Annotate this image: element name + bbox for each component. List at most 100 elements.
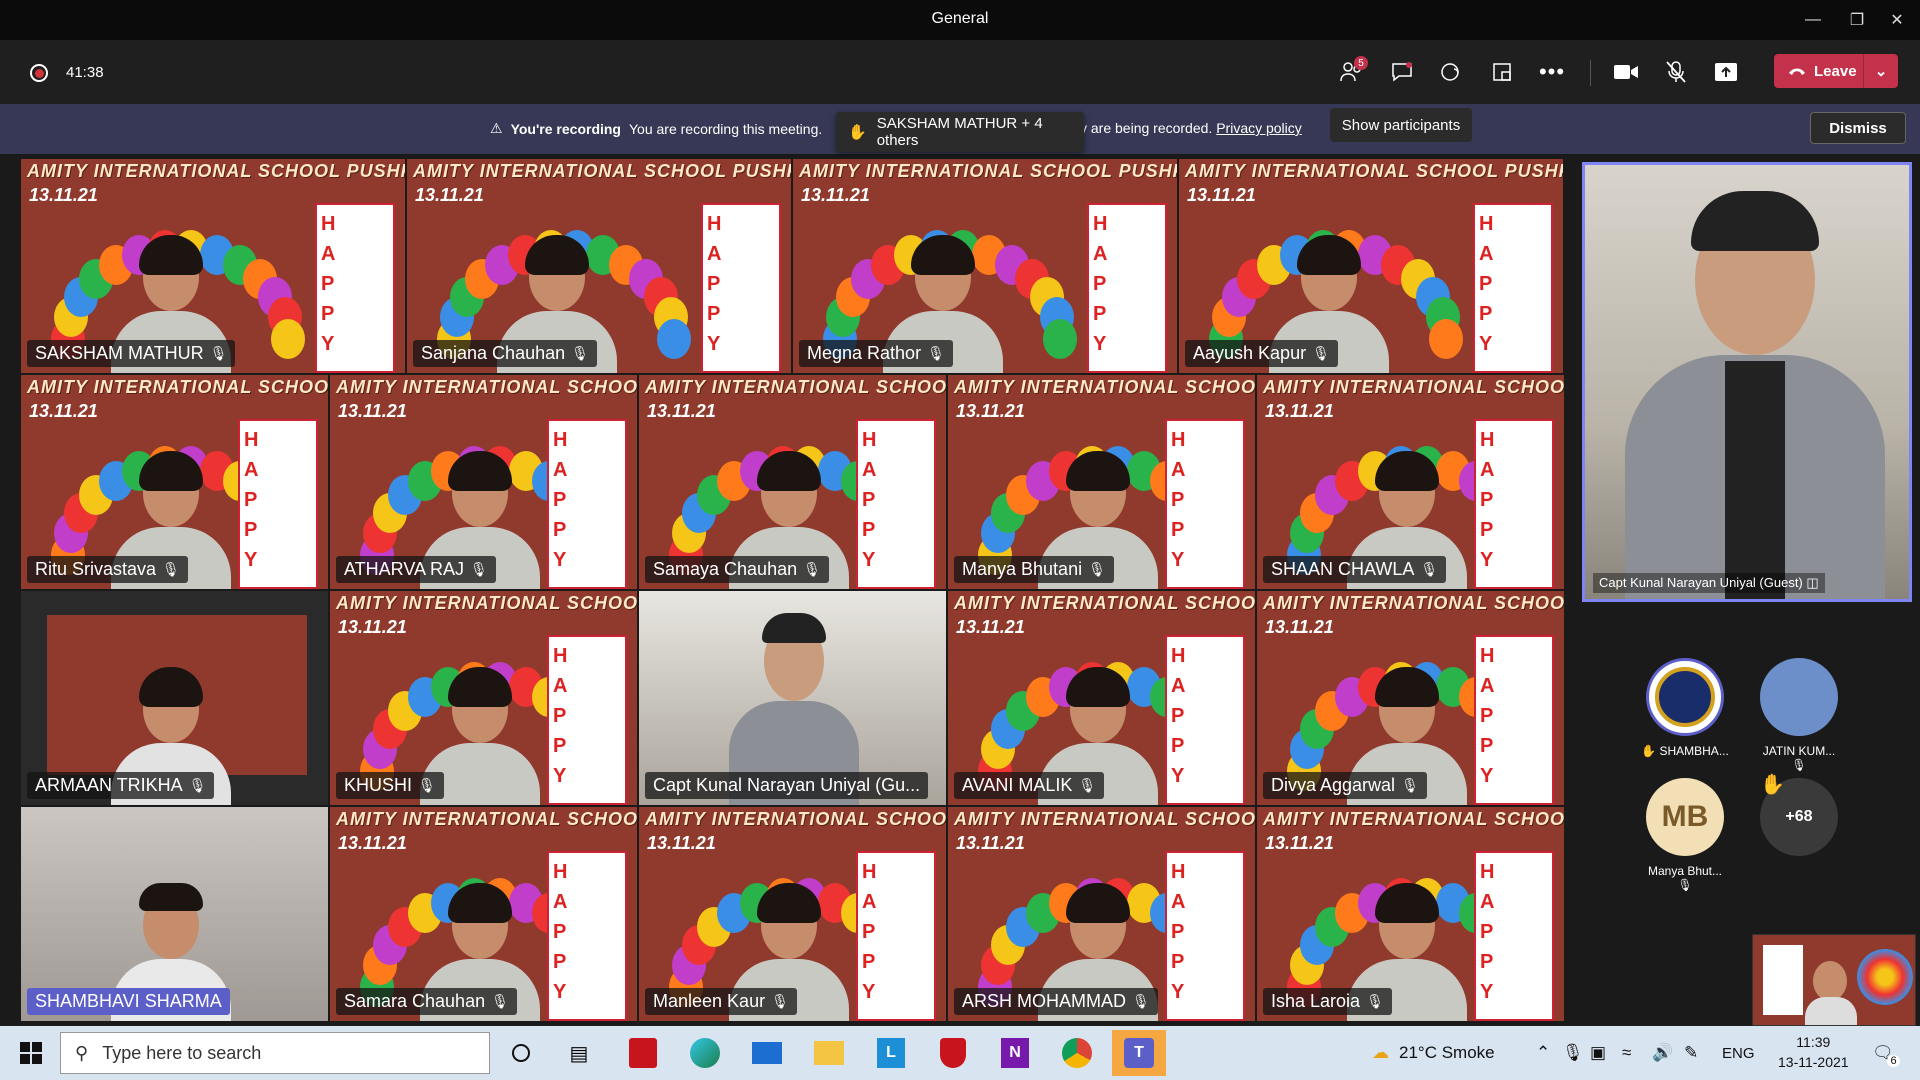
camera-button[interactable]: [1606, 54, 1646, 90]
leave-options-chevron-icon[interactable]: ⌄: [1864, 62, 1898, 80]
raised-hands-indicator[interactable]: ✋ SAKSHAM MATHUR + 4 others: [836, 112, 1084, 152]
mic-off-icon: 🎙: [209, 345, 228, 361]
participant-video-tile[interactable]: AMITY INTERNATIONAL SCHOOL PUSHP VIHAR13…: [329, 374, 638, 590]
teams-icon[interactable]: T: [1112, 1030, 1166, 1076]
chat-icon: [1392, 62, 1412, 82]
notification-count: 6: [1887, 1055, 1900, 1067]
participant-video-tile[interactable]: AMITY INTERNATIONAL SCHOOL PUSHP VIHAR13…: [947, 374, 1256, 590]
reactions-button[interactable]: [1432, 54, 1472, 90]
participants-badge: 5: [1354, 56, 1368, 70]
recording-text: You are recording this meeting.: [628, 120, 823, 137]
tray-chevron-icon[interactable]: ⌃: [1536, 1026, 1550, 1080]
participant-video-tile[interactable]: Capt Kunal Narayan Uniyal (Gu...: [638, 590, 947, 806]
more-participants-button[interactable]: ✋ +68: [1754, 774, 1844, 856]
spotlight-video[interactable]: Capt Kunal Narayan Uniyal (Guest) ◫: [1582, 162, 1912, 602]
participant-video-tile[interactable]: AMITY INTERNATIONAL SCHOOL PUSHP VIHAR13…: [1256, 590, 1565, 806]
participant-name: Megna Rathor: [807, 343, 922, 363]
participant-video-tile[interactable]: AMITY INTERNATIONAL SCHOOL PUSHP VIHAR13…: [329, 590, 638, 806]
tray-mic-icon[interactable]: 🎙: [1562, 1026, 1584, 1080]
dismiss-button[interactable]: Dismiss: [1810, 112, 1906, 144]
edge-icon[interactable]: [678, 1030, 732, 1076]
participant-video-tile[interactable]: AMITY INTERNATIONAL SCHOOL PUSHP VIHAR13…: [406, 158, 792, 374]
childrens-day-card: HAPPY: [547, 851, 627, 1021]
participant-video-tile[interactable]: ARMAAN TRIKHA 🎙: [20, 590, 329, 806]
minimize-icon[interactable]: —: [1790, 0, 1836, 40]
volume-icon[interactable]: 🔊: [1652, 1026, 1673, 1080]
warning-icon: ⚠: [490, 120, 503, 136]
participant-video-tile[interactable]: AMITY INTERNATIONAL SCHOOL PUSHP VIHAR13…: [20, 374, 329, 590]
leave-button[interactable]: Leave ⌄: [1774, 54, 1898, 88]
rooms-button[interactable]: [1482, 54, 1522, 90]
participant-video-tile[interactable]: SHAMBHAVI SHARMA: [20, 806, 329, 1022]
participants-button[interactable]: 5: [1332, 54, 1372, 90]
participant-name: Manleen Kaur: [653, 991, 766, 1011]
onenote-icon[interactable]: N: [988, 1030, 1042, 1076]
acrobat-icon[interactable]: [616, 1030, 670, 1076]
file-explorer-icon[interactable]: [802, 1030, 856, 1076]
self-view[interactable]: [1752, 934, 1916, 1026]
pen-icon[interactable]: ✎: [1684, 1026, 1698, 1080]
participant-video-tile[interactable]: AMITY INTERNATIONAL SCHOOL PUSHP VIHAR13…: [638, 806, 947, 1022]
school-banner-text: AMITY INTERNATIONAL SCHOOL PUSHP VIHAR: [1263, 593, 1565, 613]
participant-video-tile[interactable]: AMITY INTERNATIONAL SCHOOL PUSHP VIHAR13…: [638, 374, 947, 590]
notifications-icon[interactable]: 🗨 6: [1872, 1026, 1900, 1080]
wifi-icon[interactable]: ≈: [1622, 1026, 1631, 1080]
weather-text: 21°C Smoke: [1399, 1043, 1495, 1062]
security-icon[interactable]: [926, 1030, 980, 1076]
participant-name: Sanjana Chauhan: [421, 343, 566, 363]
participant-name-label: Divya Aggarwal 🎙: [1263, 772, 1427, 799]
chat-button[interactable]: [1382, 54, 1422, 90]
chrome-icon[interactable]: [1050, 1030, 1104, 1076]
system-clock[interactable]: 11:39 13-11-2021: [1778, 1032, 1849, 1072]
meeting-timer: 41:38: [66, 64, 104, 81]
windows-taskbar: ⚲ Type here to search ▤ L N T ☁ 21°C Smo…: [0, 1026, 1920, 1080]
taskbar-search[interactable]: ⚲ Type here to search: [60, 1032, 490, 1074]
childrens-day-card: HAPPY: [547, 635, 627, 805]
mail-icon[interactable]: [740, 1030, 794, 1076]
school-banner-text: AMITY INTERNATIONAL SCHOOL PUSHP VIHAR: [27, 377, 329, 397]
participant-video-tile[interactable]: AMITY INTERNATIONAL SCHOOL PUSHP VIHAR13…: [329, 806, 638, 1022]
participant-name-label: Isha Laroia 🎙: [1263, 988, 1392, 1015]
show-participants-tooltip: Show participants: [1330, 108, 1472, 142]
roster-item[interactable]: JATIN KUM... 🎙: [1754, 658, 1844, 772]
share-tray-icon: [1715, 63, 1737, 81]
participant-name: SHAAN CHAWLA: [1271, 559, 1415, 579]
task-view-icon[interactable]: ▤: [552, 1030, 606, 1076]
app-l-icon[interactable]: L: [864, 1030, 918, 1076]
participant-video-tile[interactable]: AMITY INTERNATIONAL SCHOOL PUSHP VIHAR13…: [792, 158, 1178, 374]
participant-video-tile[interactable]: AMITY INTERNATIONAL SCHOOL PUSHP VIHAR13…: [1178, 158, 1564, 374]
leave-label: Leave: [1814, 62, 1857, 80]
participant-video-tile[interactable]: AMITY INTERNATIONAL SCHOOL PUSHP VIHAR13…: [947, 590, 1256, 806]
meeting-toolbar: 41:38 5 ••• Leave ⌄: [0, 40, 1920, 104]
mic-button[interactable]: [1656, 54, 1696, 90]
tray-display-icon[interactable]: ▣: [1590, 1026, 1606, 1080]
mic-off-icon: 🎙: [1088, 561, 1106, 577]
mic-off-icon: 🎙: [1677, 878, 1693, 892]
participant-name-label: SHAAN CHAWLA 🎙: [1263, 556, 1447, 583]
search-icon: ⚲: [75, 1042, 89, 1063]
participant-video-tile[interactable]: AMITY INTERNATIONAL SCHOOL PUSHP VIHAR13…: [947, 806, 1256, 1022]
start-button[interactable]: [4, 1030, 58, 1076]
share-button[interactable]: [1706, 54, 1746, 90]
raised-hand-icon: ✋: [848, 124, 867, 141]
participant-name: ARMAAN TRIKHA: [35, 775, 183, 795]
participant-name-label: SAKSHAM MATHUR 🎙: [27, 340, 236, 367]
participant-video-tile[interactable]: AMITY INTERNATIONAL SCHOOL PUSHP VIHAR13…: [20, 158, 406, 374]
language-indicator[interactable]: ENG: [1722, 1026, 1755, 1080]
mic-off-icon: 🎙: [1420, 561, 1439, 577]
weather-widget[interactable]: ☁ 21°C Smoke: [1372, 1026, 1495, 1080]
more-actions-button[interactable]: •••: [1532, 54, 1572, 90]
participant-video-tile[interactable]: AMITY INTERNATIONAL SCHOOL PUSHP VIHAR13…: [1256, 806, 1565, 1022]
roster-item[interactable]: ✋ SHAMBHA...: [1640, 658, 1730, 758]
close-icon[interactable]: ✕: [1874, 0, 1920, 40]
reaction-icon: [1441, 63, 1459, 81]
participant-video-tile[interactable]: AMITY INTERNATIONAL SCHOOL PUSHP VIHAR13…: [1256, 374, 1565, 590]
roster-item[interactable]: MB Manya Bhut... 🎙: [1640, 778, 1730, 892]
privacy-policy-link[interactable]: Privacy policy: [1216, 120, 1302, 136]
avatar: [1760, 658, 1838, 736]
childrens-day-card: HAPPY: [1087, 203, 1167, 373]
recording-tail-text: y are being recorded.: [1080, 120, 1213, 136]
school-banner-text: AMITY INTERNATIONAL SCHOOL PUSHP VIHAR: [645, 809, 947, 829]
speaker-figure: [1625, 185, 1885, 599]
cortana-icon[interactable]: [494, 1030, 548, 1076]
